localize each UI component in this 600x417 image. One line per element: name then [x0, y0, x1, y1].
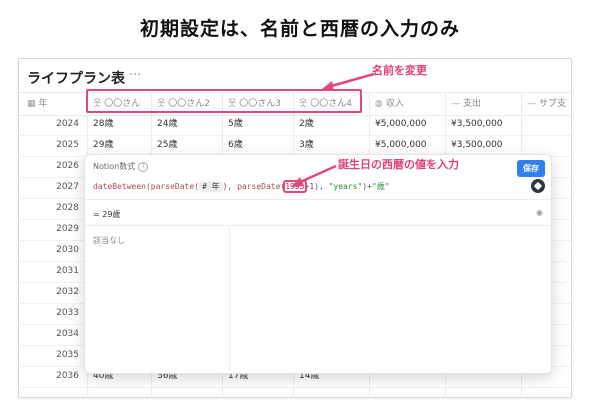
table-row[interactable]: 2024 28歳 24歳 5歳 2歳 ¥5,000,000 ¥3,500,000 — [19, 114, 571, 136]
dash-icon: — — [527, 99, 536, 109]
formula-input[interactable]: dateBetween(parseDate(# 年), parseDate(19… — [93, 180, 390, 193]
column-header-expense[interactable]: — 支出 — [451, 93, 481, 115]
help-icon[interactable]: ? — [138, 161, 149, 172]
property-token[interactable]: # 年 — [198, 181, 223, 192]
slide-title: 初期設定は、名前と西暦の入力のみ — [139, 18, 460, 40]
column-header-income[interactable]: ◍ 収入 — [375, 93, 404, 115]
empty-state-text: 該当なし — [93, 236, 125, 245]
ai-assist-icon[interactable] — [531, 179, 545, 193]
formula-result: = 29歳 — [93, 210, 121, 219]
formula-icon: ◍ — [375, 99, 383, 109]
callout-arrow-icon — [322, 72, 375, 91]
divider — [85, 225, 551, 226]
panel-divider — [229, 227, 230, 371]
formula-label: Notion数式? — [93, 161, 149, 172]
save-button[interactable]: 保存 — [517, 160, 545, 177]
callout-birth-year: 誕生日の西暦の値を入力 — [338, 158, 459, 171]
calendar-icon: ▦ — [27, 99, 36, 109]
eye-icon[interactable]: ◉ — [536, 208, 543, 217]
more-options-button[interactable]: ··· — [129, 68, 141, 83]
callout-rename: 名前を変更 — [372, 64, 427, 77]
database-title: ライフプラン表 — [27, 71, 125, 87]
dash-icon: — — [451, 99, 460, 109]
column-header-year[interactable]: ▦ 年 — [27, 93, 48, 115]
callout-arrow-icon — [291, 164, 337, 187]
column-header-side[interactable]: — サブ支 — [527, 93, 566, 115]
divider — [85, 199, 551, 200]
